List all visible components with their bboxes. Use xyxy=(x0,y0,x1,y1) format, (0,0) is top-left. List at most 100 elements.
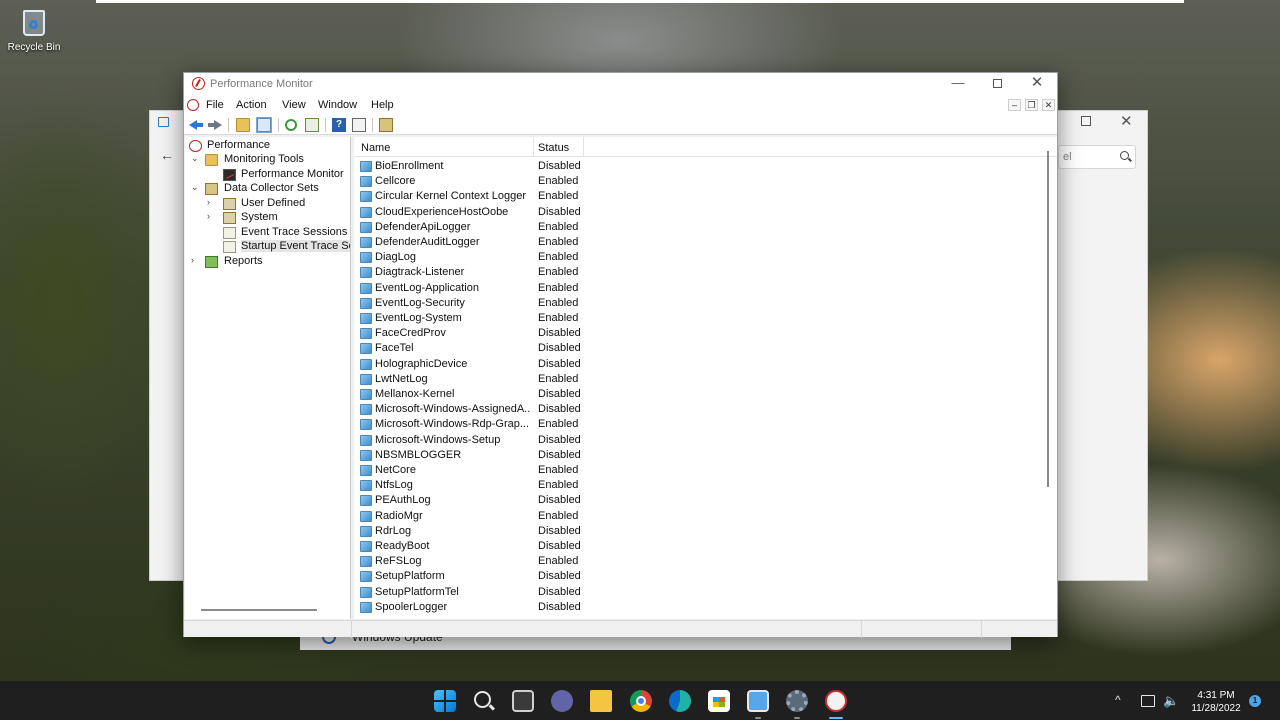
store-icon[interactable] xyxy=(708,690,730,712)
tree-item-performance-monitor[interactable]: Performance Monitor xyxy=(219,168,349,182)
notification-badge[interactable]: 1 xyxy=(1249,695,1261,707)
status-cell xyxy=(352,621,862,638)
chevron-right-icon[interactable]: › xyxy=(207,197,217,207)
menu-window[interactable]: Window xyxy=(318,99,357,111)
list-item[interactable]: DiagLog Enabled xyxy=(354,250,774,265)
session-name: Mellanox-Kernel xyxy=(375,388,455,400)
column-header-name[interactable]: Name xyxy=(361,142,390,154)
chevron-right-icon[interactable]: › xyxy=(191,255,201,265)
export-list-icon[interactable] xyxy=(305,118,319,132)
show-hide-tree-icon[interactable] xyxy=(256,117,272,133)
remote-desktop-icon[interactable] xyxy=(747,690,769,712)
list-item[interactable]: ReadyBoot Disabled xyxy=(354,539,774,554)
column-divider[interactable] xyxy=(533,137,534,157)
column-header-status[interactable]: Status xyxy=(538,142,569,154)
mmc-system-menu-icon[interactable] xyxy=(187,99,199,111)
start-icon[interactable] xyxy=(434,690,456,712)
tree-item-startup-event-trace-sessions[interactable]: Startup Event Trace Sessions xyxy=(223,240,350,254)
list-item[interactable]: ReFSLog Enabled xyxy=(354,554,774,569)
network-icon[interactable] xyxy=(1141,695,1155,707)
session-status: Disabled xyxy=(538,403,581,415)
menu-help[interactable]: Help xyxy=(371,99,394,111)
refresh-icon[interactable] xyxy=(285,119,297,131)
child-restore-button[interactable]: ❐ xyxy=(1025,99,1038,111)
search-placeholder: el xyxy=(1063,151,1072,163)
tree-item-monitoring-tools[interactable]: ⌄ Monitoring Tools xyxy=(191,153,349,167)
menu-view[interactable]: View xyxy=(282,99,306,111)
list-item[interactable]: FaceTel Disabled xyxy=(354,341,774,356)
tree-item-reports[interactable]: › Reports xyxy=(191,255,349,269)
chat-icon[interactable] xyxy=(551,690,573,712)
list-item[interactable]: HolographicDevice Disabled xyxy=(354,357,774,372)
settings-search-input[interactable]: el xyxy=(1058,145,1136,169)
result-list[interactable]: Name Status BioEnrollment Disabled Cellcor… xyxy=(354,137,1057,619)
child-close-button[interactable]: ✕ xyxy=(1042,99,1055,111)
tree-item-event-trace-sessions[interactable]: Event Trace Sessions xyxy=(223,226,349,240)
list-item[interactable]: SetupPlatform Disabled xyxy=(354,569,774,584)
forward-icon[interactable] xyxy=(208,118,222,132)
show-hidden-icons-chevron-icon[interactable]: ^ xyxy=(1115,693,1121,707)
file-explorer-icon[interactable] xyxy=(590,690,612,712)
list-item[interactable]: Circular Kernel Context Logger Enabled xyxy=(354,189,774,204)
list-item[interactable]: Cellcore Enabled xyxy=(354,174,774,189)
list-item[interactable]: NetCore Enabled xyxy=(354,463,774,478)
list-vertical-scrollbar[interactable] xyxy=(1047,151,1049,487)
list-item[interactable]: RdrLog Disabled xyxy=(354,524,774,539)
task-view-icon[interactable] xyxy=(512,690,534,712)
list-item[interactable]: RadioMgr Enabled xyxy=(354,509,774,524)
tree-item-data-collector-sets[interactable]: ⌄ Data Collector Sets xyxy=(191,182,349,196)
list-item[interactable]: Microsoft-Windows-AssignedA... Disabled xyxy=(354,402,774,417)
trace-session-icon xyxy=(360,343,372,354)
maximize-button[interactable] xyxy=(977,73,1017,95)
menu-action[interactable]: Action xyxy=(236,99,267,111)
help-icon[interactable]: ? xyxy=(332,118,346,132)
close-button[interactable]: ✕ xyxy=(1017,73,1057,95)
back-icon[interactable] xyxy=(189,118,203,132)
maximize-icon[interactable] xyxy=(1081,116,1091,126)
list-item[interactable]: LwtNetLog Enabled xyxy=(354,372,774,387)
list-item[interactable]: DefenderAuditLogger Enabled xyxy=(354,235,774,250)
list-item[interactable]: Microsoft-Windows-Rdp-Grap... Enabled xyxy=(354,417,774,432)
chevron-down-icon[interactable]: ⌄ xyxy=(191,182,201,193)
list-item[interactable]: EventLog-System Enabled xyxy=(354,311,774,326)
list-item[interactable]: BioEnrollment Disabled xyxy=(354,159,774,174)
list-item[interactable]: Microsoft-Windows-Setup Disabled xyxy=(354,433,774,448)
tree-item-system[interactable]: › System xyxy=(207,211,349,225)
tree-item-performance[interactable]: Performance xyxy=(189,139,349,153)
column-divider[interactable] xyxy=(583,137,584,157)
title-bar[interactable]: Performance Monitor — ✕ xyxy=(184,73,1057,95)
list-item[interactable]: DefenderApiLogger Enabled xyxy=(354,220,774,235)
back-arrow-icon[interactable]: ← xyxy=(160,147,174,163)
minimize-button[interactable]: — xyxy=(938,73,978,95)
list-item[interactable]: EventLog-Security Enabled xyxy=(354,296,774,311)
recycle-bin-shortcut[interactable]: ♻ Recycle Bin xyxy=(4,6,64,53)
settings-icon[interactable] xyxy=(786,690,808,712)
list-item[interactable]: Mellanox-Kernel Disabled xyxy=(354,387,774,402)
list-item[interactable]: NBSMBLOGGER Disabled xyxy=(354,448,774,463)
list-item[interactable]: PEAuthLog Disabled xyxy=(354,493,774,508)
child-minimize-button[interactable]: – xyxy=(1008,99,1021,111)
properties-icon[interactable] xyxy=(352,118,366,132)
tree-item-user-defined[interactable]: › User Defined xyxy=(207,197,349,211)
list-item[interactable]: FaceCredProv Disabled xyxy=(354,326,774,341)
tree-horizontal-scrollbar[interactable] xyxy=(201,609,317,611)
performance-monitor-icon[interactable] xyxy=(825,690,847,712)
close-icon[interactable]: ✕ xyxy=(1120,112,1133,130)
list-item[interactable]: SetupPlatformTel Disabled xyxy=(354,585,774,600)
new-window-icon[interactable] xyxy=(379,118,393,132)
chrome-icon[interactable] xyxy=(630,690,652,712)
search-icon[interactable] xyxy=(474,691,491,708)
edge-icon[interactable] xyxy=(669,690,691,712)
list-item[interactable]: NtfsLog Enabled xyxy=(354,478,774,493)
chevron-down-icon[interactable]: ⌄ xyxy=(191,153,201,164)
list-item[interactable]: Diagtrack-Listener Enabled xyxy=(354,265,774,280)
console-tree[interactable]: Performance ⌄ Monitoring Tools Performan… xyxy=(185,137,351,619)
list-item[interactable]: EventLog-Application Enabled xyxy=(354,281,774,296)
chevron-right-icon[interactable]: › xyxy=(207,211,217,221)
up-folder-icon[interactable] xyxy=(236,118,250,132)
menu-file[interactable]: File xyxy=(206,99,224,111)
list-item[interactable]: SpoolerLogger Disabled xyxy=(354,600,774,615)
clock[interactable]: 4:31 PM 11/28/2022 xyxy=(1188,689,1244,715)
list-item[interactable]: CloudExperienceHostOobe Disabled xyxy=(354,205,774,220)
volume-icon[interactable]: 🔈 xyxy=(1163,693,1179,709)
